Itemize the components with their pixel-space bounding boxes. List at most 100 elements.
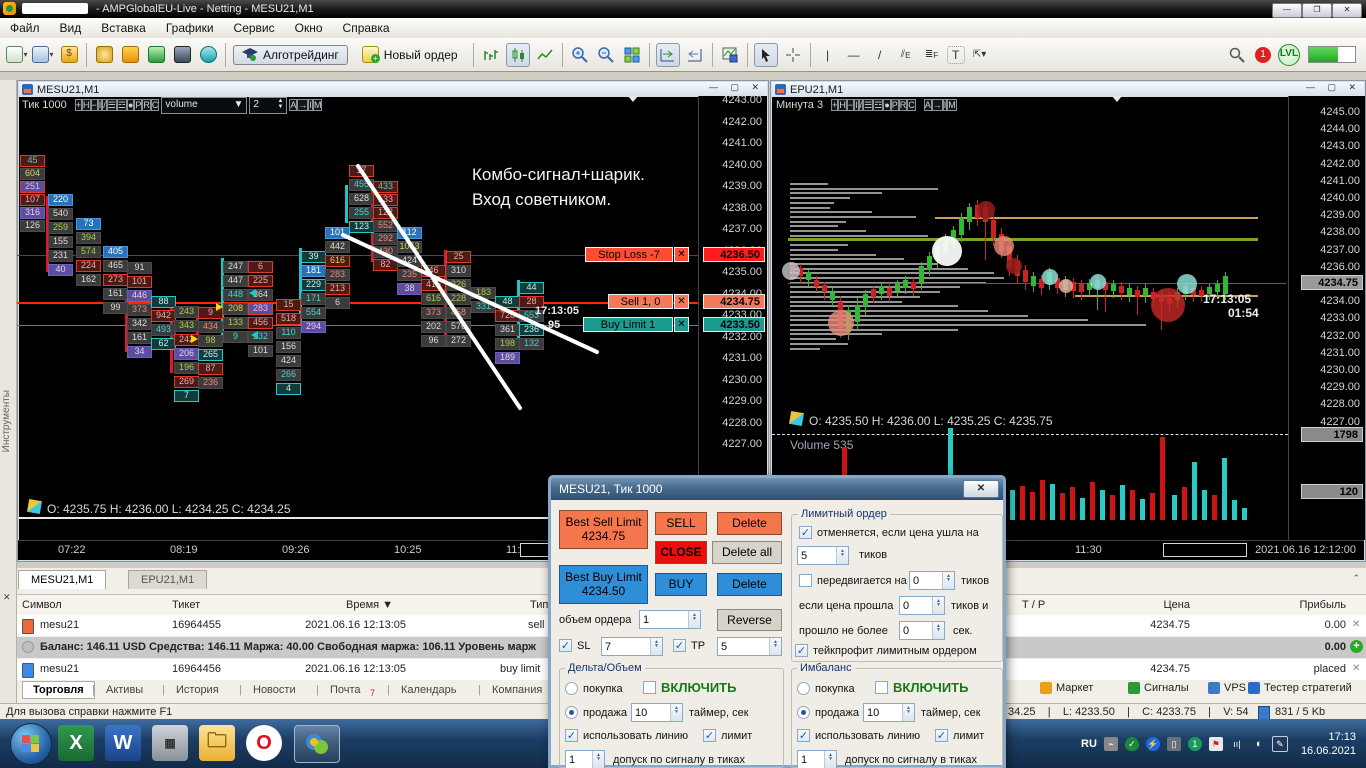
chart-tool-P[interactable]: P (890, 99, 899, 111)
signals-icon[interactable] (197, 44, 219, 66)
delta-tolerance-spinner[interactable]: 1 ▲ ▼ (565, 750, 605, 768)
notifications-icon[interactable]: 1 (1252, 44, 1274, 66)
delta-use-line-checkbox[interactable]: ✓ (565, 729, 578, 742)
chart-window-title-bar[interactable]: MESU21,M1 — ▢ ✕ (19, 82, 767, 97)
algotrading-button[interactable]: Алготрейдинг (233, 44, 348, 65)
column-header-price[interactable]: Цена (1130, 599, 1190, 611)
trade-level-close-icon[interactable]: ✕ (674, 247, 689, 262)
delta-buy-radio[interactable] (565, 682, 578, 695)
trade-level-label[interactable]: Buy Limit 1 (583, 317, 673, 332)
menu-item-Сервис[interactable]: Сервис (224, 18, 285, 35)
lvl-connection-icon[interactable]: LVL (1278, 43, 1300, 66)
market-icon[interactable] (119, 44, 141, 66)
dialog-title-bar[interactable]: MESU21, Тик 1000 (551, 478, 1003, 500)
chart-shift-icon[interactable] (655, 42, 680, 67)
toolbox-tab-Новости[interactable]: Новости (253, 684, 296, 696)
imb-enable-checkbox[interactable] (875, 681, 888, 694)
delta-enable-checkbox[interactable] (643, 681, 656, 694)
dialog-close-button[interactable]: ✕ (963, 480, 999, 498)
crosshair-icon[interactable] (782, 44, 804, 66)
move-checkbox[interactable] (799, 574, 812, 587)
chart-tool-R[interactable]: R (142, 99, 151, 111)
tile-windows-icon[interactable] (621, 44, 643, 66)
chart-window-controls[interactable]: — ▢ ✕ (709, 82, 764, 93)
chart-window-title-bar[interactable]: EPU21,M1 — ▢ ✕ (772, 82, 1364, 97)
new-chart-icon[interactable]: ▾ (6, 44, 28, 66)
buy-button[interactable]: BUY (655, 573, 707, 596)
level-line[interactable] (788, 238, 1258, 241)
chart-tab-EPU21,M1[interactable]: EPU21,M1 (128, 570, 208, 589)
sell-button[interactable]: SELL (655, 512, 707, 535)
shapes-dropdown-icon[interactable]: ⇱▾ (969, 44, 991, 66)
menu-item-Окно[interactable]: Окно (285, 18, 333, 35)
chart-tool-+[interactable]: + (74, 99, 82, 111)
trade-level-label[interactable]: Stop Loss -7 (585, 247, 673, 262)
best-sell-limit-button[interactable]: Best Sell Limit 4234.75 (559, 510, 648, 549)
toolbox-tab-Календарь[interactable]: Календарь (401, 684, 457, 696)
text-tool-icon[interactable]: T (946, 45, 965, 64)
indicators-icon[interactable] (145, 44, 167, 66)
chart-tool-C[interactable]: C (150, 99, 160, 111)
sl-checkbox[interactable]: ✓ (559, 639, 572, 652)
usb-device-icon[interactable]: ▯ (1166, 736, 1181, 751)
horizontal-line-icon[interactable]: — (843, 44, 865, 66)
toolbox-tab-Торговля[interactable]: Торговля (22, 681, 95, 699)
cursor-icon[interactable] (753, 42, 778, 67)
auto-scroll-icon[interactable] (684, 44, 706, 66)
delta-sell-radio[interactable] (565, 706, 578, 719)
menu-item-Графики[interactable]: Графики (156, 18, 224, 35)
level-line[interactable] (788, 283, 1286, 284)
word-icon[interactable]: W (105, 725, 141, 761)
chart-tool-M[interactable]: M (947, 99, 957, 111)
toolbox-tab-История[interactable]: История (176, 684, 219, 696)
shift-marker-icon[interactable] (628, 96, 638, 102)
move-ticks-spinner[interactable]: 0 ▲ ▼ (909, 571, 955, 590)
chart-tool-☲[interactable]: ☲ (116, 99, 127, 111)
panel-button-Тестер стратегий[interactable]: Тестер стратегий (1248, 682, 1352, 694)
bar-chart-icon[interactable] (480, 44, 502, 66)
excel-icon[interactable]: X (58, 725, 94, 761)
language-indicator[interactable]: RU (1081, 738, 1097, 750)
column-header-type[interactable]: Тип (530, 599, 548, 611)
chart-tool-●[interactable]: ● (883, 99, 891, 111)
column-header-time[interactable]: Время ▼ (346, 599, 393, 611)
candle-chart-icon[interactable] (505, 42, 530, 67)
profiles-icon[interactable]: ▾ (32, 44, 54, 66)
trade-level-label[interactable]: Sell 1, 0 (608, 294, 673, 309)
zoom-in-icon[interactable] (569, 44, 591, 66)
thunderbolt-icon[interactable]: ⚡ (1145, 736, 1160, 751)
time-scrollbar-thumb[interactable] (1163, 543, 1247, 557)
minimize-button[interactable]: — (1272, 3, 1302, 18)
speaker-icon[interactable]: ◖ (1251, 737, 1265, 751)
chart-tool-C[interactable]: C (907, 99, 916, 111)
trend-line-icon[interactable]: / (869, 44, 891, 66)
tp-checkbox[interactable]: ✓ (673, 639, 686, 652)
menu-item-Вид[interactable]: Вид (50, 18, 92, 35)
left-price-scale[interactable]: 4243.00 4242.00 4241.00 4240.00 4239.00 4238.… (698, 94, 767, 540)
column-header-ticket[interactable]: Тикет (172, 599, 200, 611)
vertical-line-icon[interactable]: | (817, 44, 839, 66)
chart-tool-H[interactable]: H (82, 99, 91, 111)
chart-tool-→[interactable]: → (931, 99, 943, 111)
tp-spinner[interactable]: 5 ▲ ▼ (717, 637, 782, 656)
calculator-icon[interactable]: ▦ (152, 725, 188, 761)
tablet-input-icon[interactable]: ✎ (1271, 735, 1288, 752)
imb-tolerance-spinner[interactable]: 1 ▲ ▼ (797, 750, 837, 768)
network-data-icon[interactable]: 1 (1187, 736, 1202, 751)
right-price-scale[interactable]: 4245.00 4244.00 4243.00 4242.00 4241.00 4240.… (1288, 96, 1365, 540)
antivirus-shield-icon[interactable]: ✓ (1124, 736, 1139, 751)
chart-tool-☰[interactable]: ☰ (863, 99, 874, 111)
new-order-button[interactable]: + Новый ордер (354, 44, 466, 65)
zoom-out-icon[interactable] (595, 44, 617, 66)
best-buy-limit-button[interactable]: Best Buy Limit 4234.50 (559, 565, 648, 604)
delta-limit-checkbox[interactable]: ✓ (703, 729, 716, 742)
chart-tool-−[interactable]: − (90, 99, 98, 111)
collapse-panel-icon[interactable]: ⌃ (1352, 573, 1360, 584)
remote-access-icon[interactable]: ⌁ (1103, 736, 1118, 751)
taskbar-clock[interactable]: 17:13 16.06.2021 (1301, 730, 1356, 758)
elapsed-spinner[interactable]: 0 ▲ ▼ (899, 621, 945, 640)
sl-spinner[interactable]: 7 ▲ ▼ (601, 637, 663, 656)
symbols-icon[interactable]: $ (58, 44, 80, 66)
delete-sell-button[interactable]: Delete (717, 512, 782, 535)
cancel-order-icon[interactable]: ✕ (1352, 619, 1360, 630)
